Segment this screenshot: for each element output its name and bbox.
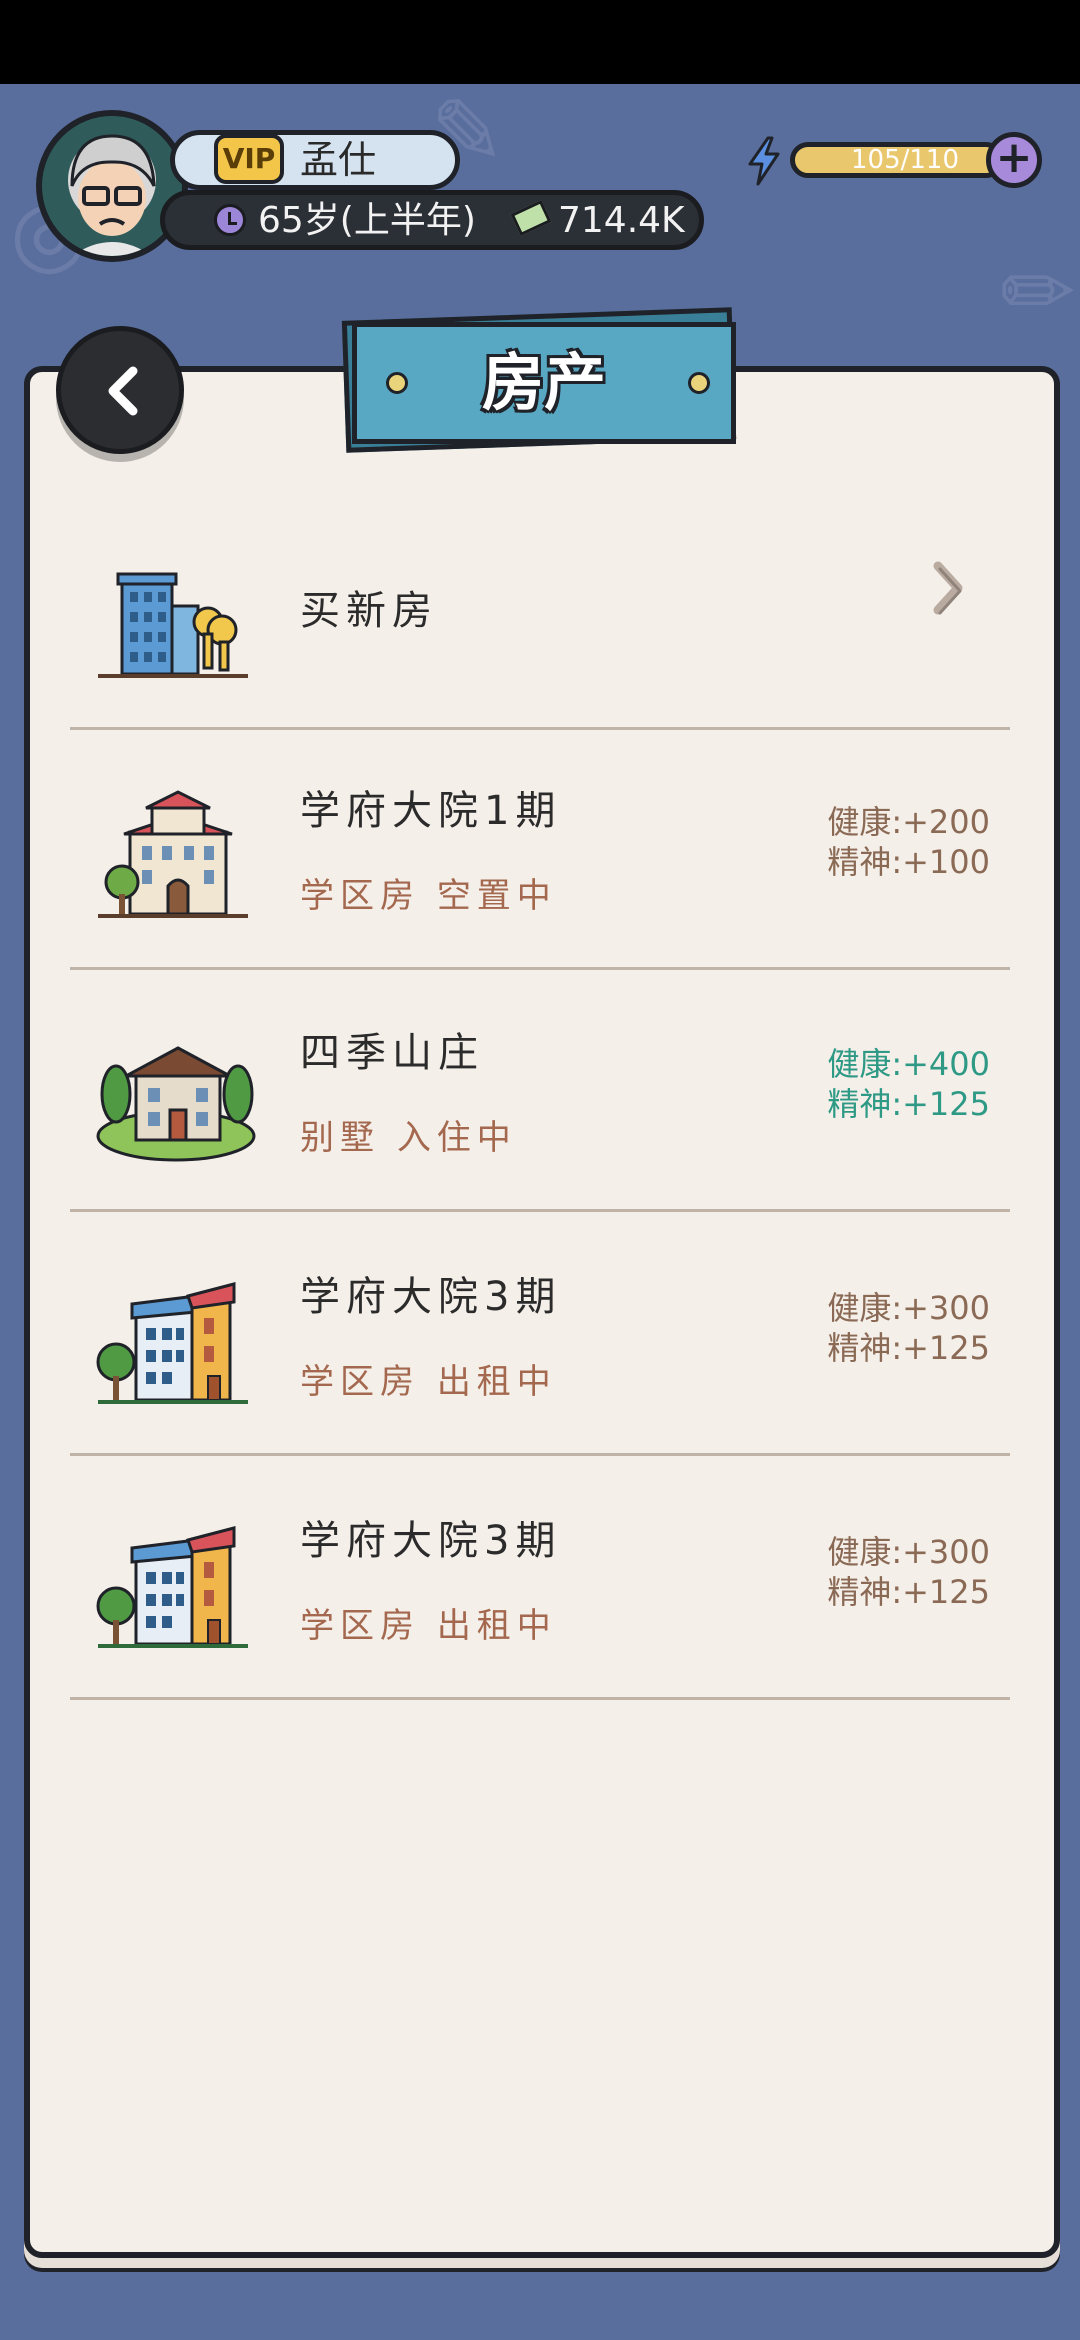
lightning-icon	[748, 136, 780, 186]
page-title: 房产	[481, 346, 606, 419]
buy-new-house-row[interactable]: 买新房	[70, 490, 1010, 730]
property-name: 学府大院1期	[300, 788, 562, 834]
vip-badge: VIP	[214, 134, 284, 184]
school-district-building-icon	[96, 1526, 248, 1648]
property-row[interactable]: 学府大院3期 学区房 出租中 健康:+300 精神:+125	[70, 1216, 1010, 1456]
background-doodle: ✏	[1000, 240, 1076, 345]
property-status: 学区房 出租中	[300, 1362, 557, 1402]
row-divider	[70, 1697, 1010, 1700]
back-button[interactable]	[56, 326, 184, 454]
property-row[interactable]: 学府大院1期 学区房 空置中 健康:+200 精神:+100	[70, 730, 1010, 970]
property-bonus: 健康:+200 精神:+100	[827, 802, 990, 882]
property-status: 学区房 出租中	[300, 1606, 557, 1646]
property-row[interactable]: 四季山庄 别墅 入住中 健康:+400 精神:+125	[70, 972, 1010, 1212]
chevron-left-icon	[108, 366, 138, 416]
row-divider	[70, 967, 1010, 970]
property-row[interactable]: 学府大院3期 学区房 出租中 健康:+300 精神:+125	[70, 1460, 1010, 1700]
cash-amount: 714.4K	[558, 200, 685, 241]
property-status: 别墅 入住中	[300, 1118, 517, 1158]
property-name: 学府大院3期	[300, 1518, 562, 1564]
spirit-bonus: 精神:+125	[827, 1085, 990, 1123]
villa-house-icon	[96, 1046, 256, 1162]
property-status: 学区房 空置中	[300, 876, 557, 916]
property-bonus: 健康:+300 精神:+125	[827, 1288, 990, 1368]
player-avatar[interactable]	[36, 110, 188, 262]
spirit-bonus: 精神:+125	[827, 1573, 990, 1611]
spirit-bonus: 精神:+125	[827, 1329, 990, 1367]
health-bonus: 健康:+200	[827, 803, 990, 841]
player-name: 孟仕	[300, 138, 377, 182]
status-bar	[0, 0, 1080, 84]
health-bonus: 健康:+400	[827, 1045, 990, 1083]
property-bonus: 健康:+400 精神:+125	[827, 1044, 990, 1124]
age-label: 65岁(上半年)	[258, 200, 476, 241]
property-name: 四季山庄	[300, 1030, 484, 1076]
spirit-bonus: 精神:+100	[827, 843, 990, 881]
building-keys-icon	[98, 572, 248, 678]
property-name: 学府大院3期	[300, 1274, 562, 1320]
chevron-right-icon	[933, 561, 963, 615]
clock-icon	[214, 204, 246, 236]
health-bonus: 健康:+300	[827, 1533, 990, 1571]
add-energy-button[interactable]: +	[986, 132, 1042, 188]
buy-new-house-label: 买新房	[300, 588, 438, 634]
row-divider	[70, 1209, 1010, 1212]
apartment-building-icon	[98, 790, 248, 918]
row-divider	[70, 1453, 1010, 1456]
school-district-building-icon	[96, 1282, 248, 1404]
property-bonus: 健康:+300 精神:+125	[827, 1532, 990, 1612]
health-bonus: 健康:+300	[827, 1289, 990, 1327]
